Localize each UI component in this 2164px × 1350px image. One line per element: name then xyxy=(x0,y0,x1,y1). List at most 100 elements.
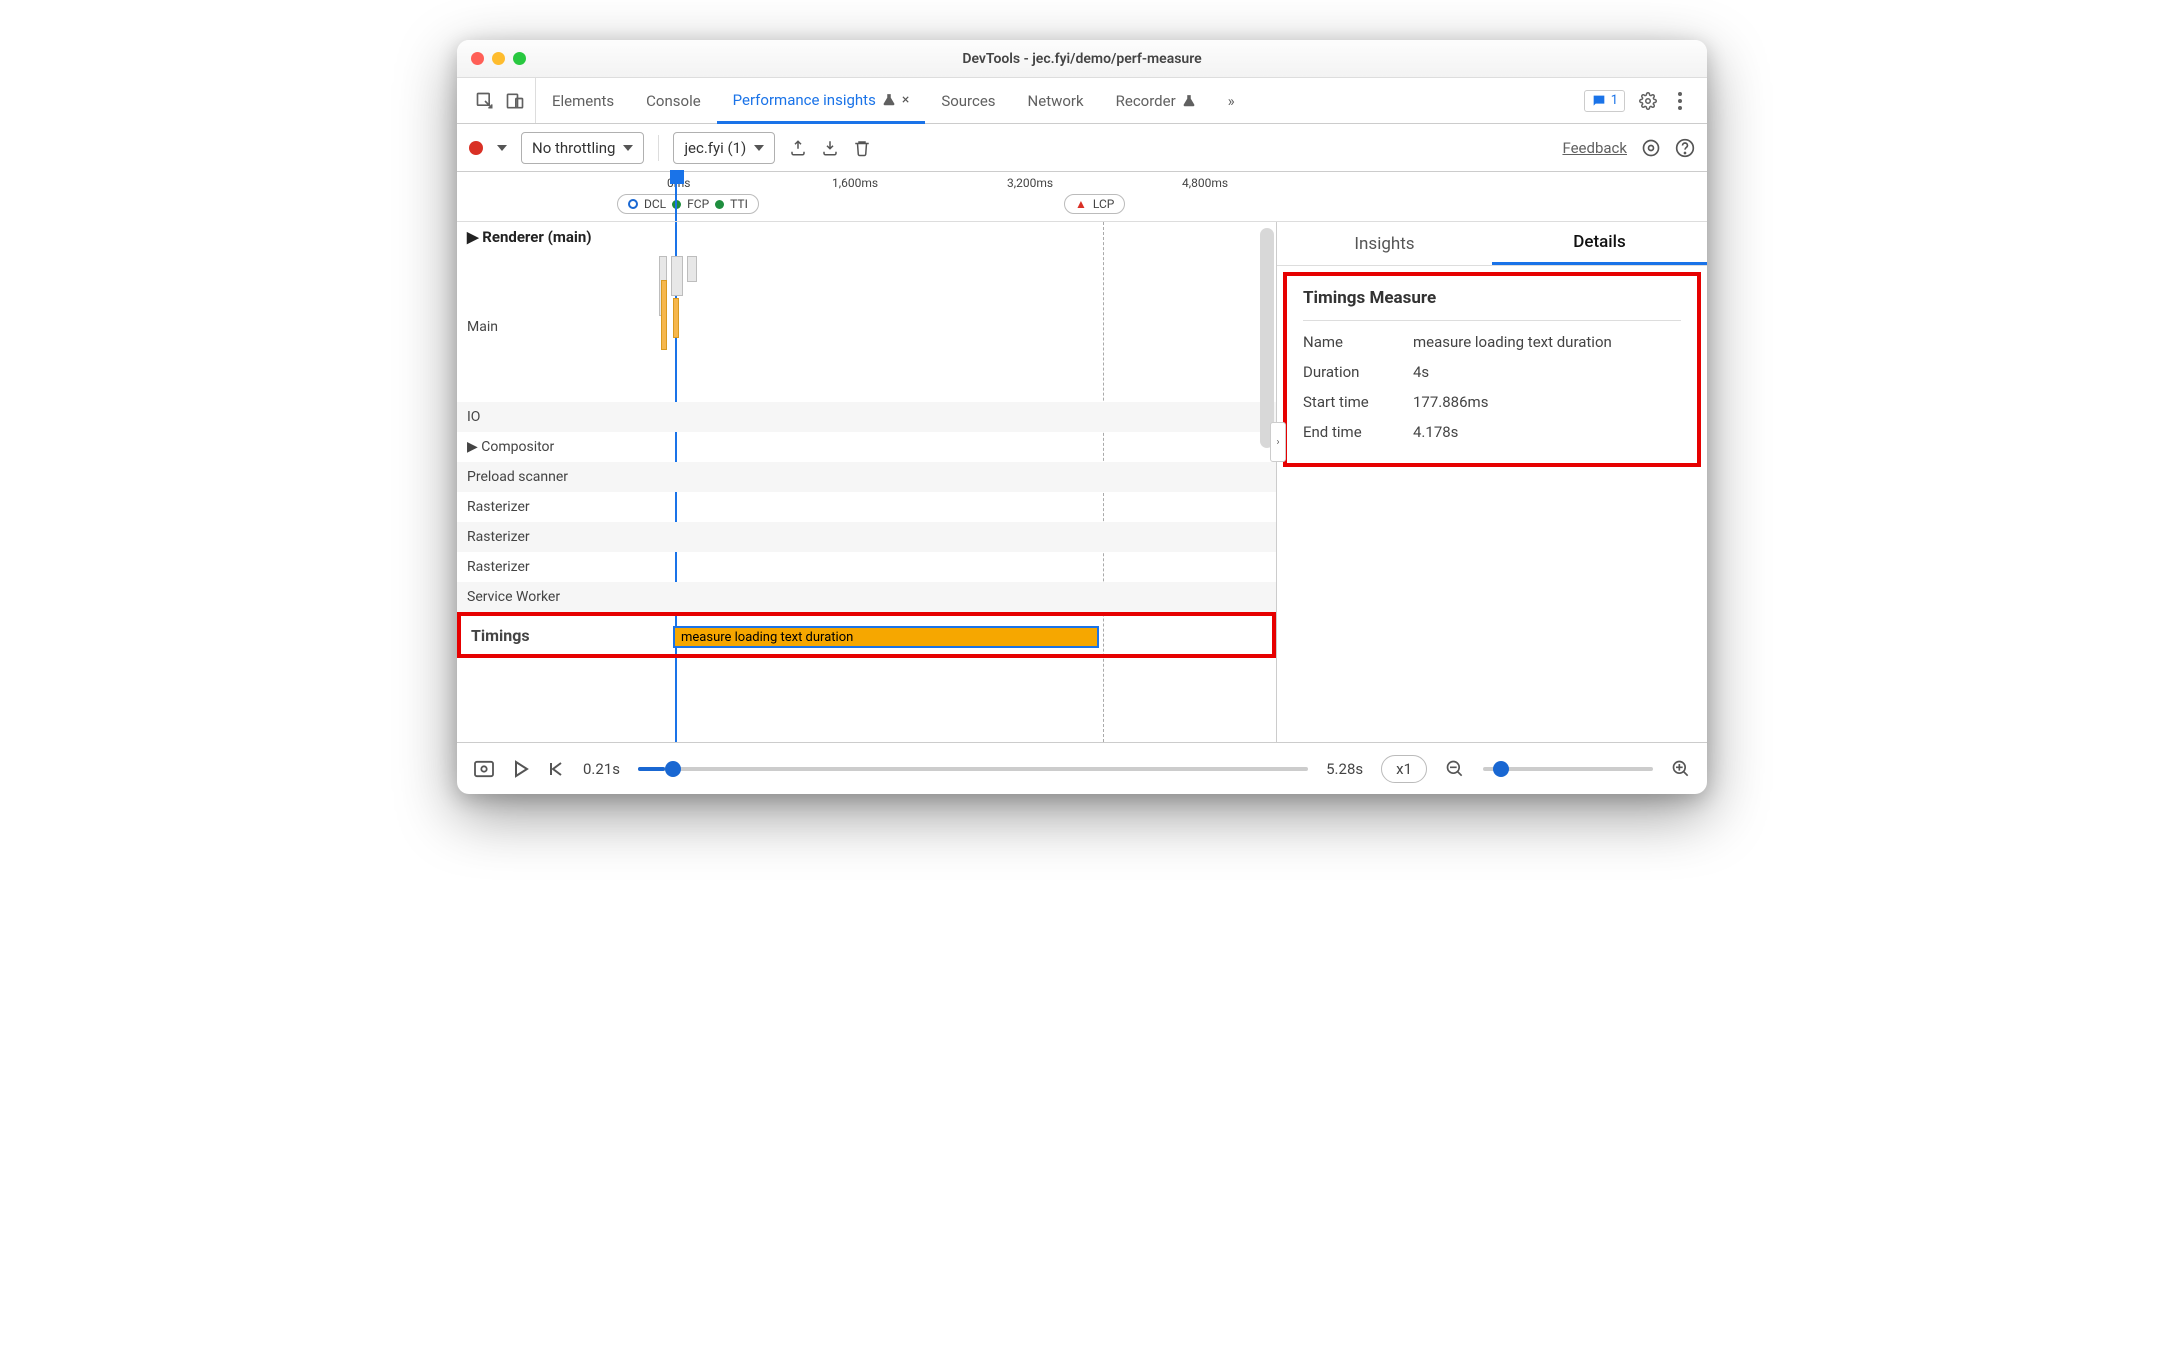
tab-label: Performance insights xyxy=(733,91,876,109)
tab-label: Network xyxy=(1028,92,1084,110)
timeline-ruler[interactable]: 0ms 1,600ms 3,200ms 4,800ms DCL FCP TTI … xyxy=(457,172,1707,222)
detail-heading: Timings Measure xyxy=(1303,288,1681,321)
track-compositor[interactable]: ▶ Compositor xyxy=(457,439,657,455)
track-renderer-header[interactable]: ▶ Renderer (main) xyxy=(457,222,1276,252)
metrics-pill[interactable]: DCL FCP TTI xyxy=(617,194,759,214)
subtab-details[interactable]: Details xyxy=(1492,222,1707,265)
sidebar-collapse-handle[interactable]: › xyxy=(1270,422,1286,462)
chevron-down-icon xyxy=(623,143,633,153)
zoom-slider[interactable] xyxy=(1483,767,1653,771)
track-preload-scanner[interactable]: Preload scanner xyxy=(457,469,657,485)
detail-key: Duration xyxy=(1303,363,1413,381)
import-icon[interactable] xyxy=(821,139,839,157)
settings-icon[interactable] xyxy=(1639,92,1657,110)
record-button[interactable] xyxy=(469,141,483,155)
zoom-out-icon[interactable] xyxy=(1445,759,1465,779)
subtab-label: Insights xyxy=(1354,234,1414,254)
tab-label: Recorder xyxy=(1116,92,1176,110)
metric-label: DCL xyxy=(644,197,666,211)
recording-value: jec.fyi (1) xyxy=(684,139,746,157)
tabs-overflow-button[interactable]: » xyxy=(1212,78,1251,123)
vertical-scrollbar[interactable] xyxy=(1260,228,1274,708)
tab-recorder[interactable]: Recorder xyxy=(1100,78,1212,123)
subtab-insights[interactable]: Insights xyxy=(1277,222,1492,265)
issues-count: 1 xyxy=(1611,93,1618,108)
inspect-element-icon[interactable] xyxy=(475,91,495,111)
timings-detail-box: Timings Measure Name measure loading tex… xyxy=(1283,272,1701,467)
track-label: Timings xyxy=(461,626,657,645)
detail-key: End time xyxy=(1303,423,1413,441)
separator xyxy=(658,135,659,161)
devtools-window: DevTools - jec.fyi/demo/perf-measure Ele… xyxy=(457,40,1707,794)
close-tab-icon[interactable]: × xyxy=(902,92,909,108)
throttling-select[interactable]: No throttling xyxy=(521,132,644,164)
speed-value: x1 xyxy=(1396,760,1412,778)
recording-select[interactable]: jec.fyi (1) xyxy=(673,132,775,164)
details-pane: Insights Details Timings Measure Name me… xyxy=(1277,222,1707,742)
record-dropdown-icon[interactable] xyxy=(497,143,507,153)
titlebar: DevTools - jec.fyi/demo/perf-measure xyxy=(457,40,1707,78)
tab-label: Console xyxy=(646,92,701,110)
track-main[interactable]: Main xyxy=(457,319,657,335)
track-label: Compositor xyxy=(481,439,554,455)
tab-performance-insights[interactable]: Performance insights × xyxy=(717,79,926,124)
track-label: Renderer (main) xyxy=(482,228,591,246)
track-service-worker[interactable]: Service Worker xyxy=(457,589,657,605)
time-slider[interactable] xyxy=(638,767,1308,771)
tab-console[interactable]: Console xyxy=(630,78,717,123)
time-tick: 3,200ms xyxy=(1007,176,1053,190)
time-tick: 1,600ms xyxy=(832,176,878,190)
issues-button[interactable]: 1 xyxy=(1584,90,1625,112)
dot-icon xyxy=(715,200,724,209)
device-toggle-icon[interactable] xyxy=(505,91,525,111)
panel-settings-icon[interactable] xyxy=(1641,138,1661,158)
play-icon[interactable] xyxy=(513,760,529,778)
zoom-in-icon[interactable] xyxy=(1671,759,1691,779)
track-rasterizer[interactable]: Rasterizer xyxy=(457,529,657,545)
metric-label: TTI xyxy=(730,197,748,211)
insights-toolbar: No throttling jec.fyi (1) Feedback xyxy=(457,124,1707,172)
end-time: 5.28s xyxy=(1326,760,1363,778)
timing-measure-bar[interactable]: measure loading text duration xyxy=(673,626,1099,648)
playback-footer: 0.21s 5.28s x1 xyxy=(457,742,1707,794)
tab-label: Sources xyxy=(941,92,995,110)
skip-back-icon[interactable] xyxy=(547,760,565,778)
lcp-pill[interactable]: ▲ LCP xyxy=(1064,194,1125,214)
tab-sources[interactable]: Sources xyxy=(925,78,1011,123)
main-lane[interactable] xyxy=(657,252,1276,402)
detail-key: Start time xyxy=(1303,393,1413,411)
tab-label: Elements xyxy=(552,92,614,110)
feedback-link[interactable]: Feedback xyxy=(1562,139,1627,157)
track-area[interactable]: https://jec.fyi/demo/perf-measure ▶ Rend… xyxy=(457,222,1276,742)
detail-value: 4.178s xyxy=(1413,423,1681,441)
time-tick: 4,800ms xyxy=(1182,176,1228,190)
detail-key: Name xyxy=(1303,333,1413,351)
panel-tabbar: Elements Console Performance insights × … xyxy=(457,78,1707,124)
speed-select[interactable]: x1 xyxy=(1381,755,1427,783)
playhead-handle[interactable] xyxy=(670,170,684,184)
current-time: 0.21s xyxy=(583,760,620,778)
kebab-menu-icon[interactable] xyxy=(1671,92,1689,110)
export-icon[interactable] xyxy=(789,139,807,157)
chevron-down-icon xyxy=(754,143,764,153)
detail-value: measure loading text duration xyxy=(1413,333,1681,351)
track-io[interactable]: IO xyxy=(457,409,657,425)
tab-network[interactable]: Network xyxy=(1012,78,1100,123)
tab-elements[interactable]: Elements xyxy=(536,78,630,123)
detail-value: 4s xyxy=(1413,363,1681,381)
delete-icon[interactable] xyxy=(853,139,871,157)
measure-bar-label: measure loading text duration xyxy=(681,630,853,645)
subtab-label: Details xyxy=(1573,232,1625,252)
track-rasterizer[interactable]: Rasterizer xyxy=(457,499,657,515)
chevron-double-right-icon: » xyxy=(1228,92,1235,110)
preview-icon[interactable] xyxy=(473,760,495,778)
metric-label: LCP xyxy=(1093,197,1114,211)
metric-label: FCP xyxy=(687,197,709,211)
chat-icon xyxy=(1591,93,1607,109)
track-rasterizer[interactable]: Rasterizer xyxy=(457,559,657,575)
timeline-tracks-pane: https://jec.fyi/demo/perf-measure ▶ Rend… xyxy=(457,222,1277,742)
throttling-value: No throttling xyxy=(532,139,615,157)
help-icon[interactable] xyxy=(1675,138,1695,158)
window-title: DevTools - jec.fyi/demo/perf-measure xyxy=(457,51,1707,67)
timings-track[interactable]: Timings measure loading text duration xyxy=(457,612,1276,658)
